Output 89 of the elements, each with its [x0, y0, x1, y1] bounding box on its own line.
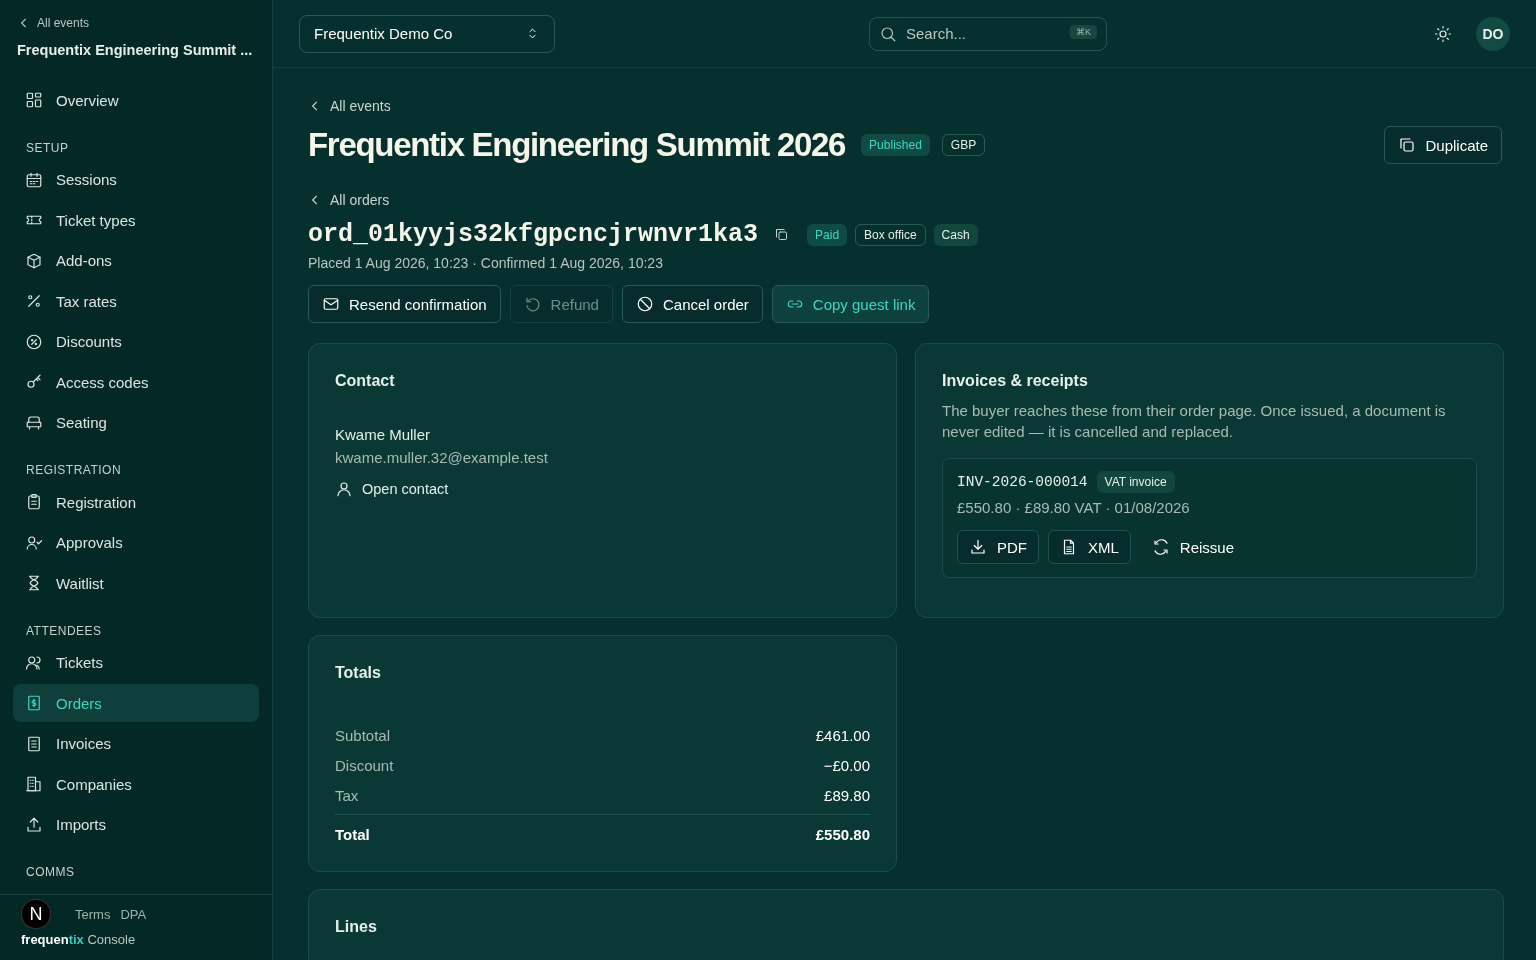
box-icon [25, 251, 43, 270]
total-value: £461.00 [815, 726, 870, 744]
open-contact-link[interactable]: Open contact [335, 480, 870, 498]
invoice-summary: £550.80 · £89.80 VAT · 01/08/2026 [957, 499, 1191, 516]
nav-item[interactable]: Seating [13, 403, 259, 442]
grid-icon [25, 91, 43, 109]
document-type-tag: VAT invoice [1096, 471, 1175, 493]
refresh-icon [1151, 538, 1170, 556]
user-check-icon [25, 533, 43, 552]
document-button[interactable]: Reissue [1139, 530, 1247, 564]
nav-item[interactable]: Waitlist [13, 564, 259, 602]
nav-item[interactable]: Tickets [13, 643, 259, 682]
brand-logo: frequentix Console [21, 932, 137, 947]
total-value: −£0.00 [823, 756, 870, 774]
duplicate-button[interactable]: Duplicate [1384, 126, 1502, 164]
total-label: Subtotal [335, 726, 391, 744]
invoice-number: INV-2026-000014 [957, 474, 1088, 490]
back-link[interactable]: All orders [308, 192, 390, 208]
back-link[interactable]: All events [17, 16, 90, 30]
section-heading: REGISTRATION [25, 462, 123, 478]
section-heading: COMMS [25, 864, 76, 880]
person-icon [335, 480, 353, 498]
undo-icon [523, 295, 542, 313]
document-button[interactable]: PDF [957, 530, 1039, 564]
status-badge: Published [861, 134, 930, 156]
total-label: Discount [335, 756, 394, 774]
card-title: Contact [335, 372, 396, 390]
users-icon [25, 653, 43, 672]
card-title: Lines [335, 918, 378, 936]
percent-icon [25, 292, 43, 310]
nav-item[interactable]: Imports [13, 805, 259, 844]
clipboard-icon [25, 493, 43, 511]
card-description: The buyer reaches these from their order page. Once issued, a document is never edited — it is cancelled and replaced. [942, 401, 1447, 442]
nav-item[interactable]: Approvals [13, 523, 259, 562]
nav-item[interactable]: Ticket types [13, 201, 259, 239]
card-title: Totals [335, 664, 382, 682]
footer-link[interactable]: DPA [120, 907, 147, 922]
tag: Paid [807, 223, 848, 246]
total-label: Tax [335, 786, 359, 804]
sun-icon[interactable] [1434, 24, 1452, 43]
upload-icon [25, 815, 43, 834]
discount-icon [25, 332, 43, 351]
total-value: £89.80 [824, 786, 870, 804]
back-link[interactable]: All events [308, 98, 391, 114]
copy-icon [1398, 136, 1417, 154]
contact-name: Kwame Muller [335, 426, 432, 443]
order-id: ord_01kyyjs32kfgpcncjrwnvr1ka3 [308, 220, 759, 249]
section-heading: SETUP [25, 139, 70, 156]
total-value: £550.80 [815, 825, 870, 843]
document-button[interactable]: XML [1048, 530, 1131, 564]
calendar-icon [25, 170, 43, 189]
contact-email: kwame.muller.32@example.test [335, 449, 549, 466]
action-button[interactable]: Copy guest link [771, 285, 930, 323]
action-button[interactable]: Resend confirmation [308, 285, 501, 323]
mail-icon [322, 295, 340, 313]
tag: Box office [855, 223, 926, 246]
nav-item[interactable]: Sessions [13, 160, 259, 199]
page-title: Frequentix Engineering Summit 2026 [308, 126, 846, 164]
order-timestamps: Placed 1 Aug 2026, 10:23 · Confirmed 1 Aug 2026, 10:23 [308, 255, 663, 271]
nav-item[interactable]: Tax rates [13, 282, 259, 320]
section-heading: ATTENDEES [25, 622, 103, 639]
footer-link[interactable]: Terms [75, 907, 111, 922]
event-title: Frequentix Engineering Summit ... [17, 41, 253, 60]
total-label: Total [335, 825, 370, 843]
search-icon [879, 24, 897, 43]
nav-item[interactable]: Overview [13, 81, 259, 119]
nav-item[interactable]: Access codes [13, 363, 259, 401]
building-icon [25, 775, 43, 793]
shortcut-hint: ⌘K [1070, 24, 1097, 39]
action-button[interactable]: Cancel order [621, 285, 763, 323]
tag: Cash [933, 223, 978, 246]
receipt-icon [25, 694, 43, 712]
card-title: Invoices & receipts [942, 372, 1089, 390]
document-icon [25, 734, 43, 753]
nav-item[interactable]: Companies [13, 765, 259, 803]
nav-item[interactable]: Orders [13, 684, 259, 722]
download-icon [969, 538, 987, 556]
user-avatar[interactable]: DO [1476, 16, 1510, 51]
seat-icon [25, 413, 43, 432]
nav-item[interactable]: Invoices [13, 724, 259, 763]
nav-item[interactable]: Registration [13, 483, 259, 521]
status-badge: GBP [941, 134, 986, 156]
dev-badge[interactable]: N [22, 900, 50, 928]
key-icon [25, 373, 43, 391]
ban-icon [635, 295, 654, 313]
nav-item[interactable]: Add-ons [13, 241, 259, 280]
nav-item[interactable]: Discounts [13, 322, 259, 361]
copy-icon[interactable] [774, 227, 790, 242]
organization-selector[interactable]: Frequentix Demo Co [299, 14, 555, 53]
